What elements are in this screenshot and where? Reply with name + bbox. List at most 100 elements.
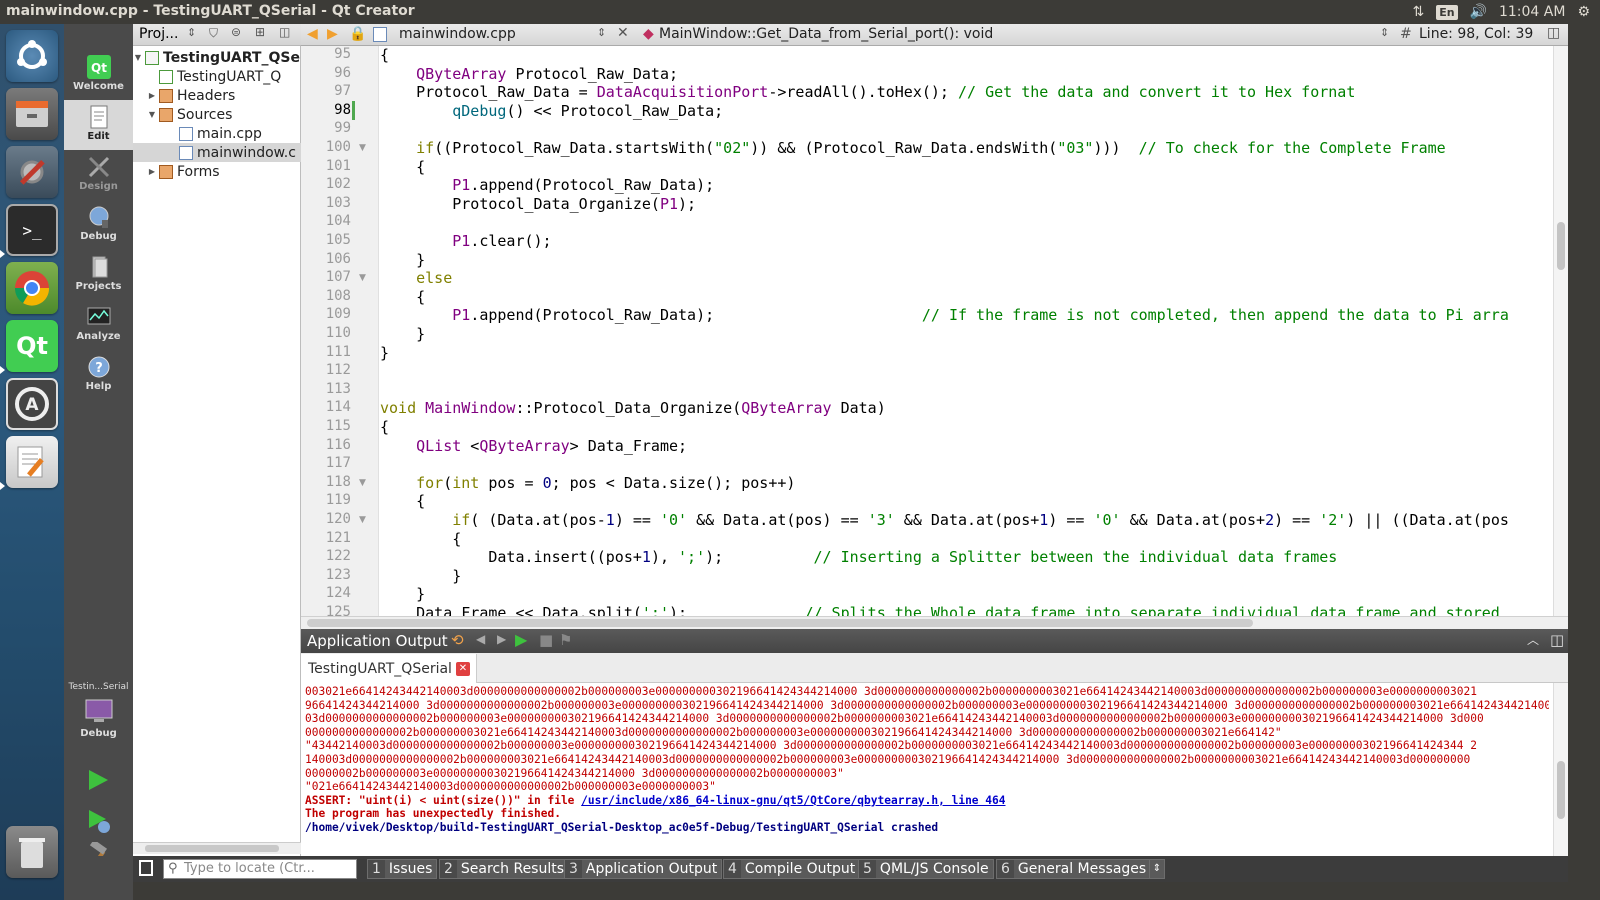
screen-bottom: [133, 882, 1600, 900]
close-sidebar-icon[interactable]: ◫: [279, 25, 290, 39]
text-editor-icon[interactable]: [6, 436, 58, 488]
run-button[interactable]: [86, 768, 110, 796]
symbol-selector-arrows-icon[interactable]: ⇕: [1380, 26, 1389, 39]
debug-run-button[interactable]: [86, 808, 112, 838]
screen-right-edge: [1568, 24, 1600, 900]
expanded-arrow-icon[interactable]: ▼: [133, 53, 143, 62]
projects-view-selector[interactable]: Proj...: [139, 26, 178, 42]
output-vscrollbar[interactable]: [1553, 683, 1568, 856]
close-tab-icon[interactable]: ✕: [456, 662, 470, 676]
kit-selector[interactable]: Debug: [64, 696, 133, 744]
assert-file-link[interactable]: /usr/include/x86_64-linux-gnu/qt5/QtCore…: [581, 794, 1005, 807]
scroll-thumb[interactable]: [1557, 222, 1565, 270]
code-line: if( (Data.at(pos-1) == '0' && Data.at(po…: [452, 511, 1509, 529]
attach-debugger-icon[interactable]: ⚑: [559, 631, 572, 649]
files-icon[interactable]: [6, 88, 58, 140]
more-panes-icon[interactable]: ⇕: [1149, 859, 1165, 879]
pane-button-search-results[interactable]: 2 Search Results: [439, 859, 570, 879]
editor-toolbar: ◀ ▶ 🔒 mainwindow.cpp ⇕ ✕ ◆ MainWindow::G…: [301, 24, 1568, 46]
chrome-icon[interactable]: [6, 262, 58, 314]
line-number: 108: [325, 287, 351, 304]
filter-icon[interactable]: ⛉: [209, 26, 218, 41]
forward-arrow-icon[interactable]: ▶: [327, 26, 338, 42]
mode-debug[interactable]: Debug: [64, 200, 133, 250]
trash-icon[interactable]: [6, 826, 58, 878]
svg-text:?: ?: [95, 361, 103, 376]
cpp-file-icon: [179, 145, 193, 160]
tree-forms[interactable]: ▶ Forms: [133, 162, 301, 181]
projects-hscrollbar[interactable]: [133, 842, 301, 854]
keyboard-indicator[interactable]: En: [1436, 4, 1458, 20]
code-line: for(int pos = 0; pos < Data.size(); pos+…: [416, 473, 796, 492]
application-output-text[interactable]: 003021e66414243442140003d000000000000000…: [301, 683, 1553, 856]
expanded-arrow-icon[interactable]: ▼: [147, 110, 157, 119]
qt-creator-icon[interactable]: Qt: [6, 320, 58, 372]
close-pane-icon[interactable]: ◫: [1550, 631, 1564, 649]
mode-edit[interactable]: Edit: [64, 100, 133, 150]
pane-button-issues[interactable]: 1 Issues: [367, 859, 438, 879]
collapsed-arrow-icon[interactable]: ▶: [147, 167, 157, 176]
output-tab[interactable]: TestingUART_QSerial ✕: [301, 654, 477, 683]
tree-main-cpp[interactable]: main.cpp: [133, 124, 301, 143]
code-editor[interactable]: 95 96 97 98 99 100 ▼ 101 102 103 104 105 106 107 ▼ 108 1…: [301, 46, 1568, 616]
pane-button-qml-js-console[interactable]: 5 QML/JS Console: [858, 859, 994, 879]
fold-marker-icon[interactable]: ▼: [359, 478, 366, 488]
fold-marker-icon[interactable]: ▼: [359, 515, 366, 525]
scroll-thumb[interactable]: [1557, 761, 1565, 819]
collapsed-arrow-icon[interactable]: ▶: [147, 91, 157, 100]
output-line: 96641424344214000 3d0000000000000002b000…: [305, 698, 1549, 712]
volume-icon[interactable]: 🔊: [1470, 4, 1487, 20]
tree-label: Sources: [177, 106, 233, 123]
pane-button-application-output[interactable]: 3 Application Output: [564, 859, 723, 879]
clock[interactable]: 11:04 AM: [1499, 4, 1565, 20]
mode-welcome[interactable]: Qt Welcome: [64, 50, 133, 100]
tree-project-root[interactable]: ▼ TestingUART_QSe: [133, 48, 301, 67]
network-icon[interactable]: ⇅: [1412, 4, 1424, 20]
toggle-sidebar-icon[interactable]: [139, 860, 153, 876]
next-icon[interactable]: ▶: [497, 632, 506, 646]
output-pane-header: Application Output ⟲ ◀ ▶ ▶ ■ ⚑ ︿ ◫: [301, 629, 1568, 653]
mode-design[interactable]: Design: [64, 150, 133, 200]
mode-projects[interactable]: Projects: [64, 250, 133, 300]
pane-button-general-messages[interactable]: 6 General Messages: [996, 859, 1152, 879]
editor-hscrollbar[interactable]: [301, 616, 1568, 629]
rerun-icon[interactable]: ⟲: [451, 631, 464, 649]
editor-vscrollbar[interactable]: [1553, 46, 1568, 616]
link-icon[interactable]: ⊜: [231, 25, 241, 39]
qt-project-icon: [145, 50, 159, 65]
maximize-pane-icon[interactable]: ︿: [1527, 631, 1539, 648]
scroll-thumb[interactable]: [145, 845, 279, 852]
fold-marker-icon[interactable]: ▼: [359, 273, 366, 283]
tree-sources[interactable]: ▼ Sources: [133, 105, 301, 124]
scroll-thumb[interactable]: [307, 619, 1253, 627]
line-number: 107: [325, 269, 351, 286]
locator-input[interactable]: ⚲ Type to locate (Ctr...: [163, 859, 357, 879]
settings-gear-icon[interactable]: ⚙: [1577, 4, 1590, 20]
tree-mainwindow-cpp[interactable]: mainwindow.c: [133, 143, 301, 162]
terminal-icon[interactable]: >_: [6, 204, 58, 256]
run-icon[interactable]: ▶: [515, 630, 527, 649]
cursor-position[interactable]: Line: 98, Col: 39: [1419, 26, 1533, 42]
projects-panel: Proj... ⇕ ⛉ ⊜ ⊞ ◫ ▼ TestingUART_QSe Test…: [133, 24, 301, 856]
tree-headers[interactable]: ▶ Headers: [133, 86, 301, 105]
system-settings-icon[interactable]: [6, 146, 58, 198]
split-editor-icon[interactable]: ◫: [1547, 25, 1560, 41]
tree-pro-file[interactable]: TestingUART_Q: [133, 67, 301, 86]
ubuntu-dash-icon[interactable]: [6, 30, 58, 82]
file-selector-arrows-icon[interactable]: ⇕: [597, 26, 606, 39]
back-arrow-icon[interactable]: ◀: [307, 26, 318, 42]
selector-arrows-icon[interactable]: ⇕: [187, 26, 196, 39]
close-document-icon[interactable]: ✕: [617, 25, 629, 41]
software-updater-icon[interactable]: A: [6, 378, 58, 430]
open-file-selector[interactable]: mainwindow.cpp: [399, 26, 516, 42]
previous-icon[interactable]: ◀: [476, 632, 485, 646]
mode-help[interactable]: ? Help: [64, 350, 133, 400]
pane-label: Compile Output: [744, 861, 856, 877]
split-icon[interactable]: ⊞: [255, 25, 265, 39]
mode-analyze[interactable]: Analyze: [64, 300, 133, 350]
symbol-selector[interactable]: MainWindow::Get_Data_from_Serial_port():…: [659, 26, 993, 42]
stop-icon[interactable]: ■: [539, 631, 553, 649]
fold-marker-icon[interactable]: ▼: [359, 143, 366, 153]
pane-number: 6: [997, 860, 1014, 878]
pane-button-compile-output[interactable]: 4 Compile Output: [723, 859, 861, 879]
